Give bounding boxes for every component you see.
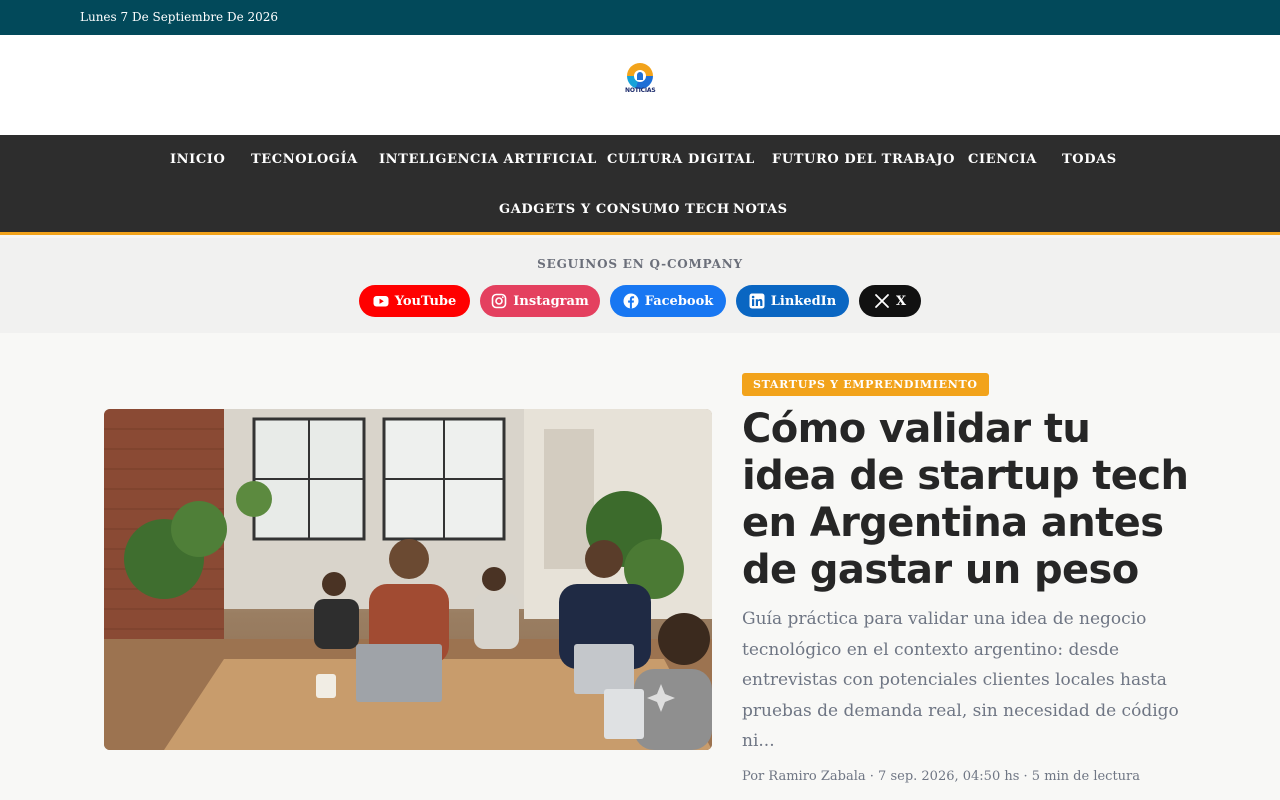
nav-item-tecnologia[interactable]: TECNOLOGÍA [251, 152, 358, 167]
social-follow-band: SEGUINOS EN Q-COMPANY YouTube Instagram … [0, 238, 1280, 333]
social-title: SEGUINOS EN Q-COMPANY [537, 257, 743, 271]
facebook-icon [623, 293, 639, 309]
logo-mark-icon [627, 63, 653, 89]
article-title[interactable]: Cómo validar tu idea de startup tech en … [742, 406, 1192, 594]
x-icon [874, 293, 890, 309]
youtube-icon [373, 293, 389, 309]
article-hero-image[interactable] [104, 409, 712, 750]
linkedin-label: LinkedIn [770, 293, 837, 309]
nav-item-gadgets[interactable]: GADGETS Y CONSUMO TECH [499, 202, 730, 217]
nav-item-inteligencia-artificial[interactable]: INTELIGENCIA ARTIFICIAL [379, 152, 597, 167]
linkedin-icon [749, 293, 765, 309]
logo-text: NOTICIAS [625, 87, 656, 94]
main-navigation: INICIO TECNOLOGÍA INTELIGENCIA ARTIFICIA… [0, 135, 1280, 235]
category-badge[interactable]: STARTUPS Y EMPRENDIMIENTO [742, 373, 989, 396]
current-date: Lunes 7 De Septiembre De 2026 [80, 10, 279, 24]
featured-article: STARTUPS Y EMPRENDIMIENTO Cómo validar t… [0, 333, 1280, 800]
site-header: NOTICIAS [0, 35, 1280, 135]
x-button[interactable]: X [859, 285, 921, 317]
article-summary: Guía práctica para validar una idea de n… [742, 609, 1179, 751]
instagram-icon [491, 293, 507, 309]
article-meta: Por Ramiro Zabala · 7 sep. 2026, 04:50 h… [742, 769, 1141, 784]
nav-item-notas[interactable]: NOTAS [733, 202, 788, 217]
nav-item-cultura-digital[interactable]: CULTURA DIGITAL [607, 152, 755, 167]
nav-item-ciencia[interactable]: CIENCIA [968, 152, 1037, 167]
instagram-label: Instagram [513, 293, 589, 309]
x-label: X [895, 293, 907, 309]
nav-item-futuro-del-trabajo[interactable]: FUTURO DEL TRABAJO [772, 152, 955, 167]
nav-item-inicio[interactable]: INICIO [170, 152, 225, 167]
youtube-button[interactable]: YouTube [359, 285, 470, 317]
facebook-button[interactable]: Facebook [610, 285, 726, 317]
site-logo[interactable]: NOTICIAS [625, 63, 656, 95]
youtube-label: YouTube [394, 293, 457, 309]
nav-item-todas[interactable]: TODAS [1062, 152, 1117, 167]
top-bar: Lunes 7 De Septiembre De 2026 [0, 0, 1280, 35]
facebook-label: Facebook [644, 293, 714, 309]
linkedin-button[interactable]: LinkedIn [736, 285, 849, 317]
instagram-button[interactable]: Instagram [480, 285, 600, 317]
